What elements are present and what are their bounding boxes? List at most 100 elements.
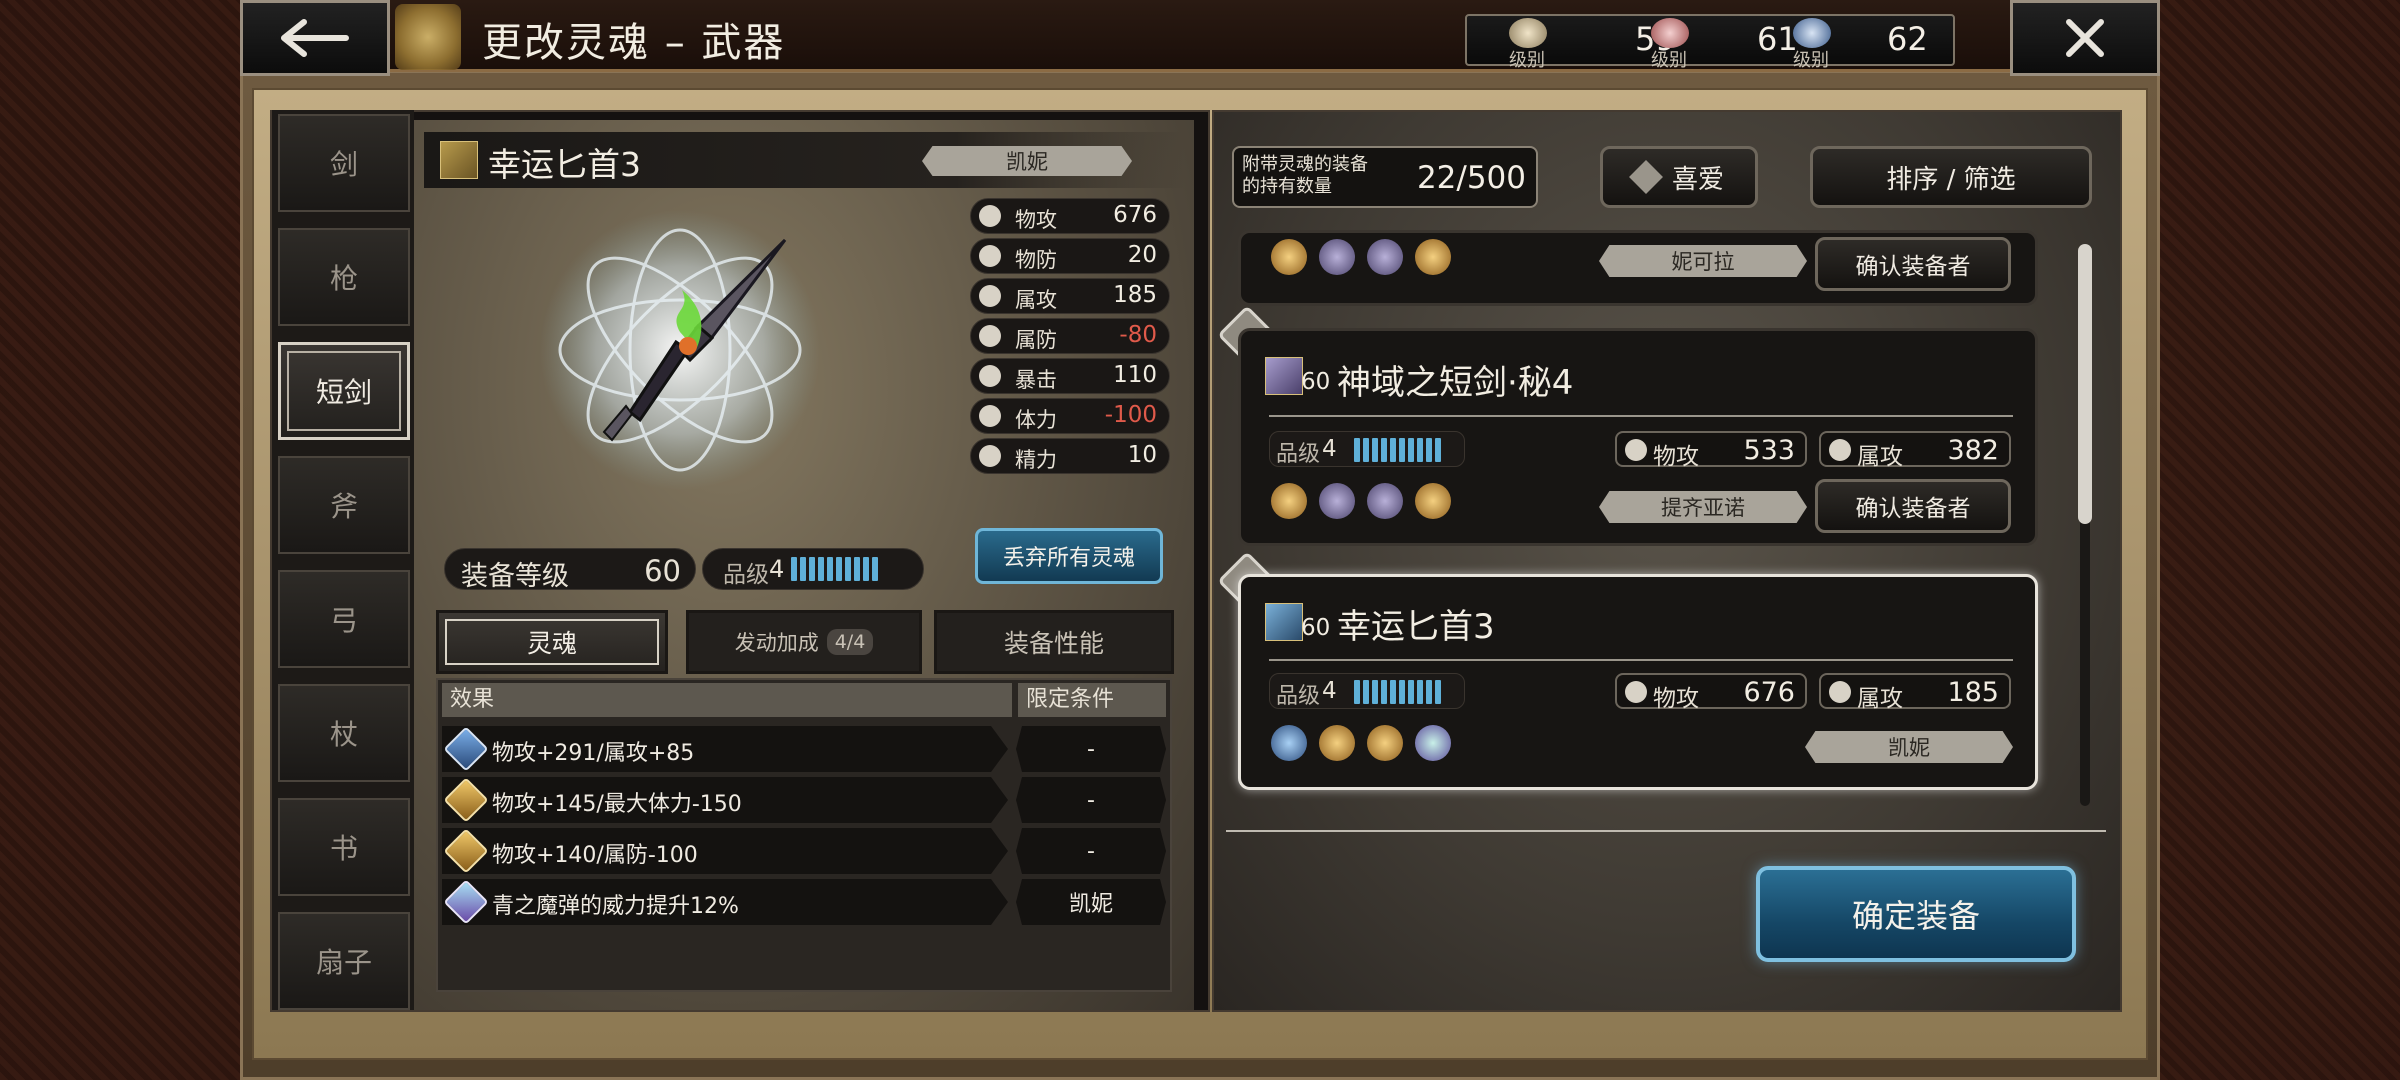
effect-text: 物攻+291/属攻+85 [492,741,695,766]
grade-pill: 品级 4 [1269,431,1465,467]
soul-slot-icon [1319,239,1355,275]
phys-atk-icon [1625,681,1647,703]
category-spear[interactable]: 枪 [278,228,410,326]
table-row: 青之魔弹的威力提升12% 凯妮 [442,879,1166,925]
equipment-card-selected[interactable]: 60 幸运匕首3 品级 4 物攻 676 属攻 185 凯妮 [1238,574,2038,790]
stat-elem-atk: 属攻 185 [970,278,1170,314]
grade-bar [1354,438,1441,462]
soul-title-icon [395,4,461,70]
gold-emblem-icon [1509,18,1547,48]
divider-line [1269,415,2013,417]
equip-level-pill: 装备等级 60 [444,548,696,592]
soul-slot-icon [1415,483,1451,519]
condition-text: 凯妮 [1016,879,1166,925]
confirm-equip-button[interactable]: 确定装备 [1756,866,2076,962]
level-indicator-2: 级别 61 [1651,16,1798,71]
category-bow[interactable]: 弓 [278,570,410,668]
category-book[interactable]: 书 [278,798,410,896]
soul-slot-icon [1367,483,1403,519]
condition-text: - [1016,726,1166,772]
soul-slot-icon [1415,725,1451,761]
stat-elem-def: 属防 -80 [970,318,1170,354]
level-label: 级别 [1651,50,1687,71]
grade-value: 4 [769,555,785,583]
confirm-owner-button[interactable]: 确认装备者 [1815,237,2011,291]
item-name: 幸运匕首3 [1337,607,1495,647]
soul-equipment-count: 附带灵魂的装备 的持有数量 22/500 [1232,146,1538,208]
stat-elem-atk: 属攻 185 [1819,673,2011,712]
effect-text: 青之魔弹的威力提升12% [492,894,739,919]
soul-slot-icon [1319,725,1355,761]
category-dagger[interactable]: 短剑 [278,342,410,440]
soul-slot-icon [1415,239,1451,275]
equipment-card[interactable]: 妮可拉 确认装备者 [1238,230,2038,306]
table-row: 物攻+140/属防-100 - [442,828,1166,874]
level-indicators: 级别 59 级别 61 级别 62 [1465,14,1955,71]
elem-atk-icon [1829,681,1851,703]
equip-level-label: 装备等级 [461,561,569,592]
dagger-icon [1265,603,1303,641]
stat-phys-atk: 物攻 533 [1615,431,1807,470]
category-axe[interactable]: 斧 [278,456,410,554]
page-title: 更改灵魂 – 武器 [482,20,786,66]
level-value: 61 [1757,20,1798,58]
category-fan[interactable]: 扇子 [278,912,410,1010]
soul-slot-icon [1271,483,1307,519]
equip-level-value: 60 [644,554,681,588]
stat-elem-atk: 属攻 382 [1819,431,2011,470]
stat-hp: 体力 -100 [970,398,1170,434]
stat-spirit: 精力 10 [970,438,1170,474]
divider-line [1269,659,2013,661]
level-indicator-3: 级别 62 [1793,16,1933,71]
equipment-card[interactable]: 60 神域之短剑·秘4 品级 4 物攻 533 属攻 382 提齐亚诺 确认装备者 [1238,328,2038,546]
right-border-decoration [2160,0,2400,1080]
stat-phys-atk: 物攻 676 [970,198,1170,234]
elem-def-icon [979,325,1001,347]
heart-icon [979,405,1001,427]
red-emblem-icon [1651,18,1689,48]
soul-slot-icon [1367,725,1403,761]
level-label: 级别 [1793,50,1829,71]
phys-atk-icon [979,205,1001,227]
left-border-decoration [0,0,240,1080]
sort-filter-button[interactable]: 排序 / 筛选 [1810,146,2092,208]
category-staff[interactable]: 杖 [278,684,410,782]
table-row: 物攻+291/属攻+85 - [442,726,1166,772]
grade-pill: 品级 4 [1269,673,1465,709]
item-level: 60 [1301,369,1331,395]
bonus-count-badge: 4/4 [826,629,874,655]
close-icon [2066,19,2104,57]
item-owner-tag: 凯妮 [922,146,1132,176]
condition-text: - [1016,777,1166,823]
level-value: 62 [1887,20,1928,58]
tab-equip-performance[interactable]: 装备性能 [934,610,1174,674]
arrow-left-icon [281,19,349,57]
close-button[interactable] [2010,0,2160,76]
owner-tag: 提齐亚诺 [1599,491,1807,523]
spirit-icon [979,445,1001,467]
grade-pill: 品级 4 [702,548,924,590]
count-label: 附带灵魂的装备 的持有数量 [1242,154,1368,197]
grade-bar [791,557,878,581]
tab-activation-bonus[interactable]: 发动加成 4/4 [686,610,922,674]
weapon-illustration [540,210,820,490]
item-name: 神域之短剑·秘4 [1337,363,1574,403]
confirm-owner-button[interactable]: 确认装备者 [1815,479,2011,533]
phys-atk-icon [1625,439,1647,461]
soul-slot-icon [1319,483,1355,519]
discard-all-souls-button[interactable]: 丢弃所有灵魂 [975,528,1163,584]
table-row: 物攻+145/最大体力-150 - [442,777,1166,823]
crit-icon [979,365,1001,387]
back-button[interactable] [240,0,390,76]
tab-soul[interactable]: 灵魂 [436,610,668,674]
soul-change-screen: { "header":{"title":"更改灵魂 – 武器","levels"… [0,0,2400,1080]
effect-text: 物攻+145/最大体力-150 [492,792,742,817]
scrollbar-thumb[interactable] [2078,244,2092,524]
favorite-button[interactable]: 喜爱 [1600,146,1758,208]
col-condition-header: 限定条件 [1018,683,1166,717]
soul-slot-icon [1367,239,1403,275]
owner-tag: 妮可拉 [1599,245,1807,277]
soul-slot-icon [1271,239,1307,275]
category-sword[interactable]: 剑 [278,114,410,212]
stat-phys-def: 物防 20 [970,238,1170,274]
